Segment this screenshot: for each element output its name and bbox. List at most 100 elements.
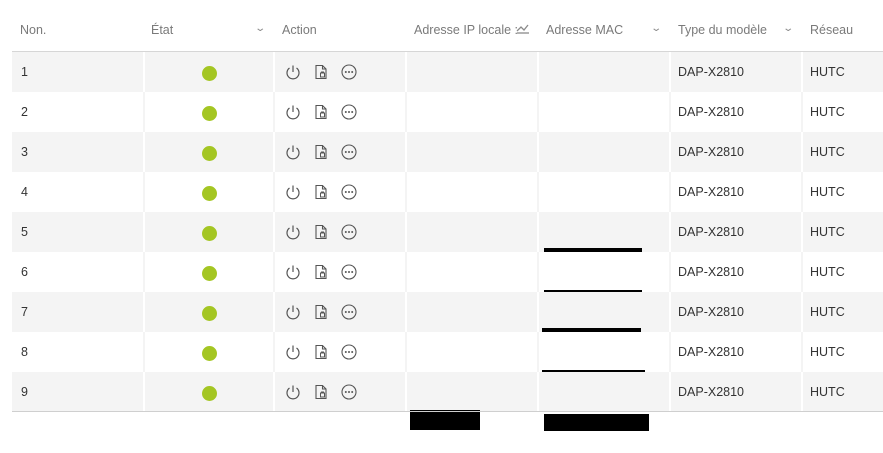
more-options-icon[interactable]	[340, 103, 358, 121]
power-icon[interactable]	[284, 263, 302, 281]
power-icon[interactable]	[284, 63, 302, 81]
more-options-icon[interactable]	[340, 63, 358, 81]
column-separator	[801, 52, 803, 92]
column-separator	[669, 92, 671, 132]
column-separator	[669, 132, 671, 172]
status-online-icon	[202, 346, 217, 361]
column-separator	[273, 92, 275, 132]
table-row[interactable]: 1 DAP-X2810 HUTC	[12, 52, 883, 111]
table-header: Non. État ⌄ Action Adresse IP locale : A…	[12, 11, 883, 52]
header-no[interactable]: Non.	[20, 11, 46, 51]
column-separator	[143, 372, 145, 412]
chevron-down-icon[interactable]: ⌄	[650, 11, 662, 51]
column-separator	[669, 252, 671, 292]
power-icon[interactable]	[284, 103, 302, 121]
column-separator	[801, 372, 803, 412]
table-row[interactable]: 9 DAP-X2810 HUTC	[12, 372, 883, 431]
table-row[interactable]: 4 DAP-X2810 HUTC	[12, 172, 883, 230]
network-name: HUTC	[810, 265, 845, 279]
status-online-icon	[202, 266, 217, 281]
column-separator	[405, 372, 407, 412]
model-type: DAP-X2810	[678, 185, 745, 199]
status-online-icon	[202, 226, 217, 241]
column-separator	[405, 292, 407, 332]
config-file-icon[interactable]	[312, 223, 330, 241]
column-separator	[273, 132, 275, 172]
column-separator	[143, 92, 145, 132]
row-number: 2	[21, 105, 28, 119]
network-name: HUTC	[810, 345, 845, 359]
header-state[interactable]: État	[151, 11, 173, 51]
header-network[interactable]: Réseau	[810, 11, 853, 51]
column-separator	[143, 252, 145, 292]
column-separator	[405, 132, 407, 172]
status-online-icon	[202, 106, 217, 121]
config-file-icon[interactable]	[312, 103, 330, 121]
model-type: DAP-X2810	[678, 305, 745, 319]
config-file-icon[interactable]	[312, 343, 330, 361]
column-separator	[537, 172, 539, 212]
config-file-icon[interactable]	[312, 63, 330, 81]
power-icon[interactable]	[284, 343, 302, 361]
model-type: DAP-X2810	[678, 145, 745, 159]
column-separator	[537, 252, 539, 292]
column-separator	[273, 52, 275, 92]
power-icon[interactable]	[284, 143, 302, 161]
table-body: 1 DAP-X2810 HUTC 2 DAP-X2810 HUTC 3 DAP-X2810 HU…	[12, 52, 883, 431]
more-options-icon[interactable]	[340, 343, 358, 361]
row-number: 7	[21, 305, 28, 319]
table-row[interactable]: 2 DAP-X2810 HUTC	[12, 92, 883, 151]
table-row[interactable]: 3 DAP-X2810 HUTC	[12, 132, 883, 189]
more-options-icon[interactable]	[340, 303, 358, 321]
more-options-icon[interactable]	[340, 143, 358, 161]
more-options-icon[interactable]	[340, 263, 358, 281]
power-icon[interactable]	[284, 303, 302, 321]
row-number: 5	[21, 225, 28, 239]
header-ip[interactable]: Adresse IP locale :	[414, 11, 518, 51]
power-icon[interactable]	[284, 183, 302, 201]
table-row[interactable]: 8 DAP-X2810 HUTC	[12, 332, 883, 390]
column-separator	[669, 212, 671, 252]
table-row[interactable]: 6 DAP-X2810 HUTC	[12, 252, 883, 315]
table-row[interactable]: 7 DAP-X2810 HUTC	[12, 292, 883, 350]
status-online-icon	[202, 306, 217, 321]
power-icon[interactable]	[284, 383, 302, 401]
column-separator	[537, 52, 539, 92]
config-file-icon[interactable]	[312, 263, 330, 281]
network-name: HUTC	[810, 105, 845, 119]
column-separator	[405, 52, 407, 92]
row-number: 3	[21, 145, 28, 159]
header-action: Action	[282, 23, 317, 37]
column-separator	[143, 212, 145, 252]
redacted-mac-address	[544, 414, 649, 431]
chevron-down-icon[interactable]: ⌄	[254, 11, 266, 51]
column-separator	[143, 132, 145, 172]
config-file-icon[interactable]	[312, 303, 330, 321]
column-separator	[405, 92, 407, 132]
network-name: HUTC	[810, 385, 845, 399]
table-row[interactable]: 5 DAP-X2810 HUTC	[12, 212, 883, 270]
more-options-icon[interactable]	[340, 183, 358, 201]
column-separator	[405, 212, 407, 252]
column-separator	[273, 172, 275, 212]
config-file-icon[interactable]	[312, 143, 330, 161]
config-file-icon[interactable]	[312, 183, 330, 201]
more-options-icon[interactable]	[340, 383, 358, 401]
header-model[interactable]: Type du modèle	[678, 11, 767, 51]
column-separator	[273, 372, 275, 412]
model-type: DAP-X2810	[678, 345, 745, 359]
redacted-ip-address	[410, 410, 480, 430]
model-type: DAP-X2810	[678, 225, 745, 239]
power-icon[interactable]	[284, 223, 302, 241]
network-name: HUTC	[810, 225, 845, 239]
row-number: 4	[21, 185, 28, 199]
column-separator	[669, 332, 671, 372]
header-mac[interactable]: Adresse MAC	[546, 11, 623, 51]
model-type: DAP-X2810	[678, 65, 745, 79]
column-separator	[669, 372, 671, 412]
more-options-icon[interactable]	[340, 223, 358, 241]
chevron-down-icon[interactable]: ⌄	[782, 11, 794, 51]
sort-icon[interactable]	[516, 23, 530, 35]
column-separator	[273, 212, 275, 252]
config-file-icon[interactable]	[312, 383, 330, 401]
